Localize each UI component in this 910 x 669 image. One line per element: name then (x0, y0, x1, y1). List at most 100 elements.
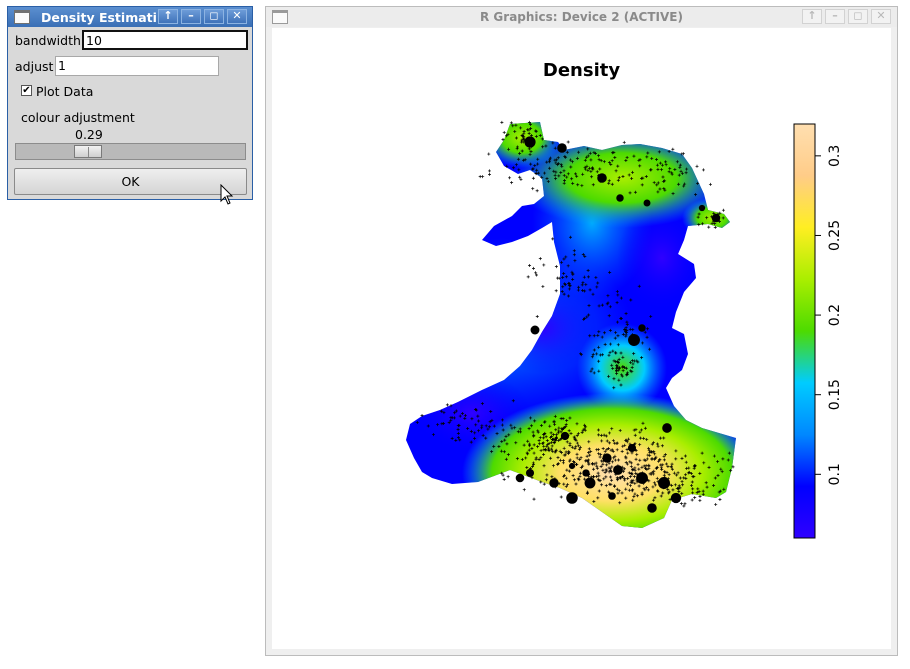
colour-adjustment-slider[interactable] (15, 143, 246, 160)
data-point (693, 496, 697, 500)
data-point-cluster (560, 431, 570, 441)
raise-button[interactable]: ↑ (158, 9, 178, 24)
data-point-cluster (597, 173, 607, 183)
data-point (522, 488, 526, 492)
data-point-cluster (602, 453, 612, 463)
data-point-cluster (627, 443, 637, 453)
mouse-pointer-icon (220, 184, 234, 205)
data-point (528, 263, 532, 267)
data-point (538, 257, 542, 261)
device-titlebar[interactable]: R Graphics: Device 2 (ACTIVE) ↑ – ◻ ✕ (266, 7, 897, 27)
dialog-title: Density Estimati (41, 9, 157, 25)
data-point-cluster (616, 194, 624, 202)
data-point (554, 289, 558, 293)
data-point-cluster (557, 143, 567, 153)
data-point-cluster (711, 213, 721, 223)
legend-tick-label: 0.2 (827, 304, 843, 326)
plot-data-checkbox[interactable]: ✔ (21, 85, 32, 96)
data-point-cluster (584, 477, 596, 489)
density-estimation-dialog: Density Estimati ↑ – ◻ ✕ bandwidth 10 ad… (7, 6, 253, 205)
data-point-cluster (525, 468, 535, 478)
data-point-cluster (628, 334, 640, 346)
legend-tick-label: 0.3 (827, 145, 843, 167)
data-point (671, 147, 675, 151)
data-point (690, 498, 694, 502)
data-point-cluster (566, 492, 578, 504)
adjust-input[interactable]: 1 (55, 56, 219, 76)
legend-tick-label: 0.1 (827, 463, 843, 485)
data-point (531, 176, 535, 180)
data-point (532, 497, 536, 501)
plot-data-label[interactable]: Plot Data (36, 84, 93, 99)
data-point-cluster (658, 477, 670, 489)
data-point (556, 276, 560, 280)
r-graphics-device-window: R Graphics: Device 2 (ACTIVE) ↑ – ◻ ✕ De… (265, 6, 898, 656)
colour-adjustment-value: 0.29 (75, 127, 103, 142)
data-point (535, 189, 539, 193)
data-point-cluster (568, 462, 576, 470)
ok-button[interactable]: OK (14, 168, 247, 195)
colour-adjustment-label: colour adjustment (21, 110, 135, 125)
data-point-cluster (636, 472, 648, 484)
data-point (559, 495, 563, 499)
adjust-label: adjust (15, 59, 54, 74)
data-point (487, 152, 491, 156)
data-point (542, 263, 546, 267)
data-point (481, 175, 485, 179)
data-point (502, 477, 506, 481)
data-point-cluster (515, 473, 525, 483)
data-point (526, 275, 530, 279)
minimize-button[interactable]: – (825, 9, 845, 24)
data-point-cluster (662, 423, 672, 433)
minimize-button[interactable]: – (181, 9, 201, 24)
legend-axis: 0.1 0.15 0.2 0.25 0.3 (815, 145, 843, 485)
bandwidth-label: bandwidth (15, 33, 81, 48)
data-point (554, 265, 558, 269)
data-point-cluster (524, 136, 536, 148)
data-point-cluster (582, 469, 590, 477)
data-point (488, 172, 492, 176)
data-point (679, 502, 683, 506)
data-point (566, 140, 570, 144)
maximize-button[interactable]: ◻ (848, 9, 868, 24)
data-point-cluster (608, 492, 616, 500)
data-point (508, 176, 512, 180)
data-point-cluster (549, 478, 559, 488)
data-point-cluster (613, 465, 623, 475)
data-point-cluster (643, 199, 651, 207)
data-point-cluster (698, 204, 706, 212)
data-point (532, 266, 536, 270)
data-point (445, 403, 449, 407)
data-point (622, 140, 626, 144)
data-point (701, 168, 705, 172)
data-point (721, 208, 725, 212)
data-point (541, 285, 545, 289)
data-point (718, 497, 722, 501)
legend-colour-bar (793, 123, 816, 539)
close-button[interactable]: ✕ (227, 9, 247, 24)
plot-area: Density 0.1 0.15 0.2 0.25 0.3 (272, 28, 891, 649)
data-point (531, 187, 535, 191)
data-point-cluster (638, 324, 646, 332)
data-point-cluster (670, 492, 682, 504)
close-button[interactable]: ✕ (871, 9, 891, 24)
data-point (707, 225, 711, 229)
window-menu-icon[interactable] (14, 10, 30, 24)
dialog-titlebar[interactable]: Density Estimati ↑ – ◻ ✕ (8, 7, 252, 27)
data-point (714, 503, 718, 507)
legend-tick-label: 0.15 (827, 379, 843, 410)
data-point (502, 130, 506, 134)
slider-thumb[interactable] (74, 145, 102, 158)
data-point-cluster (647, 503, 657, 513)
bandwidth-input[interactable]: 10 (82, 30, 248, 50)
data-point (535, 315, 539, 318)
data-point (708, 182, 712, 186)
data-point (500, 120, 504, 124)
density-map: 0.1 0.15 0.2 0.25 0.3 (406, 120, 843, 539)
data-point (506, 475, 510, 479)
raise-button[interactable]: ↑ (802, 9, 822, 24)
data-point (698, 498, 702, 502)
data-point (695, 164, 699, 168)
data-point-cluster (530, 325, 540, 335)
maximize-button[interactable]: ◻ (204, 9, 224, 24)
